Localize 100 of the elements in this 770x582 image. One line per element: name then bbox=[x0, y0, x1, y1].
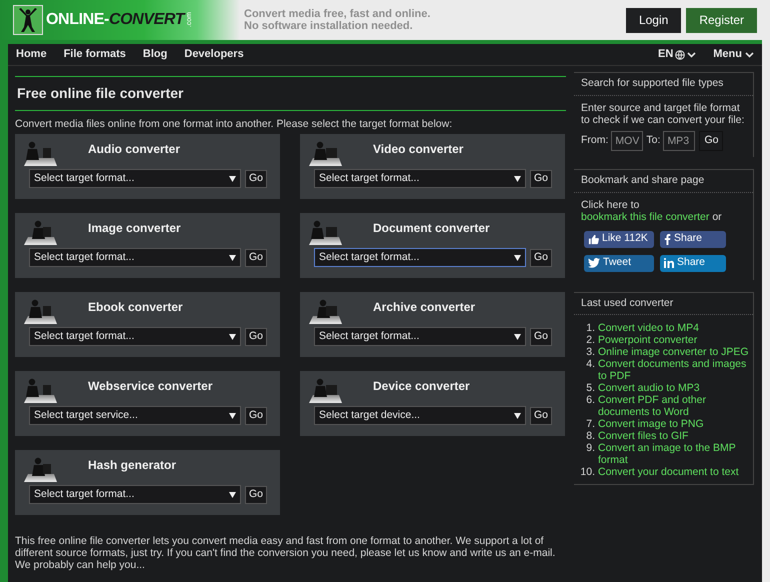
go-button[interactable]: Go bbox=[245, 486, 268, 504]
nav-link[interactable]: Blog bbox=[142, 46, 168, 63]
dropdown-arrow-icon bbox=[514, 333, 521, 340]
format-select[interactable]: Select target device... bbox=[314, 406, 526, 425]
dropdown-arrow-icon bbox=[229, 175, 236, 182]
language-selector[interactable]: EN bbox=[658, 46, 696, 63]
converter-title: Video converter bbox=[373, 141, 464, 158]
go-button[interactable]: Go bbox=[530, 248, 552, 266]
list-number: 10. bbox=[579, 466, 596, 478]
go-button[interactable]: Go bbox=[245, 248, 268, 266]
menu-button[interactable]: Menu bbox=[713, 46, 754, 63]
facebook-icon bbox=[664, 234, 671, 244]
format-select[interactable]: Select target format... bbox=[29, 248, 241, 267]
go-button[interactable]: Go bbox=[245, 170, 268, 188]
from-label: From: bbox=[581, 132, 608, 148]
login-button[interactable]: Login bbox=[626, 8, 682, 32]
tagline: Convert media free, fast and online. bbox=[244, 8, 430, 20]
go-button[interactable]: Go bbox=[530, 170, 552, 188]
go-button[interactable]: Go bbox=[699, 130, 724, 151]
converter-title: Webservice converter bbox=[88, 378, 213, 395]
chevron-down-icon bbox=[687, 52, 696, 58]
converter-title: Audio converter bbox=[88, 141, 180, 158]
dropdown-arrow-icon bbox=[229, 333, 236, 340]
bird-icon bbox=[588, 258, 600, 268]
converter-title: Archive converter bbox=[373, 299, 476, 316]
nav-link[interactable]: Developers bbox=[184, 46, 244, 63]
format-select[interactable]: Select target format... bbox=[314, 169, 526, 188]
silhouette-icon bbox=[307, 140, 343, 166]
list-number: 7. bbox=[585, 418, 596, 430]
list-number: 2. bbox=[585, 334, 596, 346]
format-select[interactable]: Select target format... bbox=[29, 169, 241, 188]
share-button[interactable]: Share bbox=[660, 230, 726, 248]
recent-conversion-link[interactable]: Online image converter to JPEG bbox=[598, 346, 749, 358]
register-button[interactable]: Register bbox=[686, 8, 757, 32]
dropdown-arrow-icon bbox=[514, 412, 521, 419]
page-title: Free online file converter bbox=[16, 84, 184, 103]
dropdown-arrow-icon bbox=[229, 254, 236, 261]
dropdown-arrow-icon bbox=[229, 412, 236, 419]
silhouette-icon bbox=[22, 219, 58, 245]
list-number: 9. bbox=[585, 442, 596, 456]
to-field[interactable]: MP3 bbox=[663, 130, 696, 151]
converter-title: Device converter bbox=[373, 378, 470, 395]
search-instructions: Enter source and target file format to check if we can convert your file: bbox=[580, 102, 746, 126]
from-field[interactable]: MOV bbox=[611, 130, 644, 151]
recent-conversion-link[interactable]: Convert PDF and other documents to Word bbox=[598, 394, 753, 418]
silhouette-icon bbox=[22, 298, 58, 324]
silhouette-icon bbox=[307, 377, 343, 403]
intro-text: Convert media files online from one format into another. Please select the target format below: bbox=[15, 118, 454, 131]
bookmark-text: Click here to bookmark this file converter or bbox=[580, 198, 723, 222]
recent-conversion-link[interactable]: Convert files to GIF bbox=[598, 430, 688, 442]
dropdown-arrow-icon bbox=[229, 491, 236, 498]
thumbs-up-icon bbox=[588, 234, 599, 244]
recent-conversion-link[interactable]: Convert audio to MP3 bbox=[598, 382, 700, 394]
recent-conversion-link[interactable]: Convert video to MP4 bbox=[598, 322, 699, 334]
format-select[interactable]: Select target format... bbox=[314, 248, 526, 267]
silhouette-icon bbox=[307, 219, 343, 245]
linkedin-icon bbox=[664, 258, 674, 268]
format-select[interactable]: Select target service... bbox=[29, 406, 241, 425]
go-button[interactable]: Go bbox=[245, 328, 268, 346]
logo-figure-icon bbox=[13, 5, 43, 35]
format-select[interactable]: Select target format... bbox=[29, 485, 241, 504]
silhouette-icon bbox=[22, 140, 58, 166]
go-button[interactable]: Go bbox=[245, 406, 268, 424]
description-text: This free online file converter lets you convert media easy and fast from one format to another. We support a lot of different source formats, just try. If you can't find the conversion you need, please let us know and write us an e-mail. We probably can help you... bbox=[15, 535, 556, 571]
panel-title: Last used converter bbox=[574, 292, 753, 316]
share-button[interactable]: Share bbox=[660, 254, 726, 272]
panel-title: Search for supported file types bbox=[574, 73, 753, 96]
list-number: 5. bbox=[585, 382, 596, 394]
recent-conversion-link[interactable]: Convert documents and images to PDF bbox=[598, 358, 753, 382]
go-button[interactable]: Go bbox=[530, 328, 552, 346]
nav-link[interactable]: Home bbox=[16, 46, 47, 63]
share-button[interactable]: Like 112K bbox=[584, 230, 654, 248]
converter-title: Hash generator bbox=[88, 457, 176, 474]
format-select[interactable]: Select target format... bbox=[314, 327, 526, 346]
dropdown-arrow-icon bbox=[514, 175, 521, 182]
share-button[interactable]: Tweet bbox=[584, 254, 654, 272]
silhouette-icon bbox=[307, 298, 343, 324]
converter-title: Ebook converter bbox=[88, 299, 183, 316]
globe-icon bbox=[675, 50, 686, 60]
to-label: To: bbox=[646, 132, 660, 148]
converter-title: Image converter bbox=[88, 220, 181, 237]
converter-title: Document converter bbox=[373, 220, 490, 237]
list-number: 6. bbox=[585, 394, 596, 408]
list-number: 3. bbox=[585, 346, 596, 358]
chevron-down-icon bbox=[745, 52, 754, 58]
recent-conversion-link[interactable]: Convert image to PNG bbox=[598, 418, 704, 430]
recent-conversion-link[interactable]: Convert an image to the BMP format bbox=[598, 442, 753, 466]
list-number: 1. bbox=[585, 322, 596, 334]
list-number: 8. bbox=[585, 430, 596, 442]
recent-conversion-link[interactable]: Convert your document to text bbox=[598, 466, 739, 478]
format-select[interactable]: Select target format... bbox=[29, 327, 241, 346]
logo-text: ONLINE-CONVERT bbox=[46, 10, 184, 30]
list-number: 4. bbox=[585, 358, 596, 372]
silhouette-icon bbox=[22, 377, 58, 403]
nav-link[interactable]: File formats bbox=[64, 46, 126, 63]
tagline: No software installation needed. bbox=[244, 20, 414, 32]
go-button[interactable]: Go bbox=[530, 406, 552, 424]
recent-conversion-link[interactable]: Powerpoint converter bbox=[598, 334, 698, 346]
bookmark-link[interactable]: bookmark this file converter bbox=[581, 210, 710, 222]
silhouette-icon bbox=[22, 456, 58, 482]
